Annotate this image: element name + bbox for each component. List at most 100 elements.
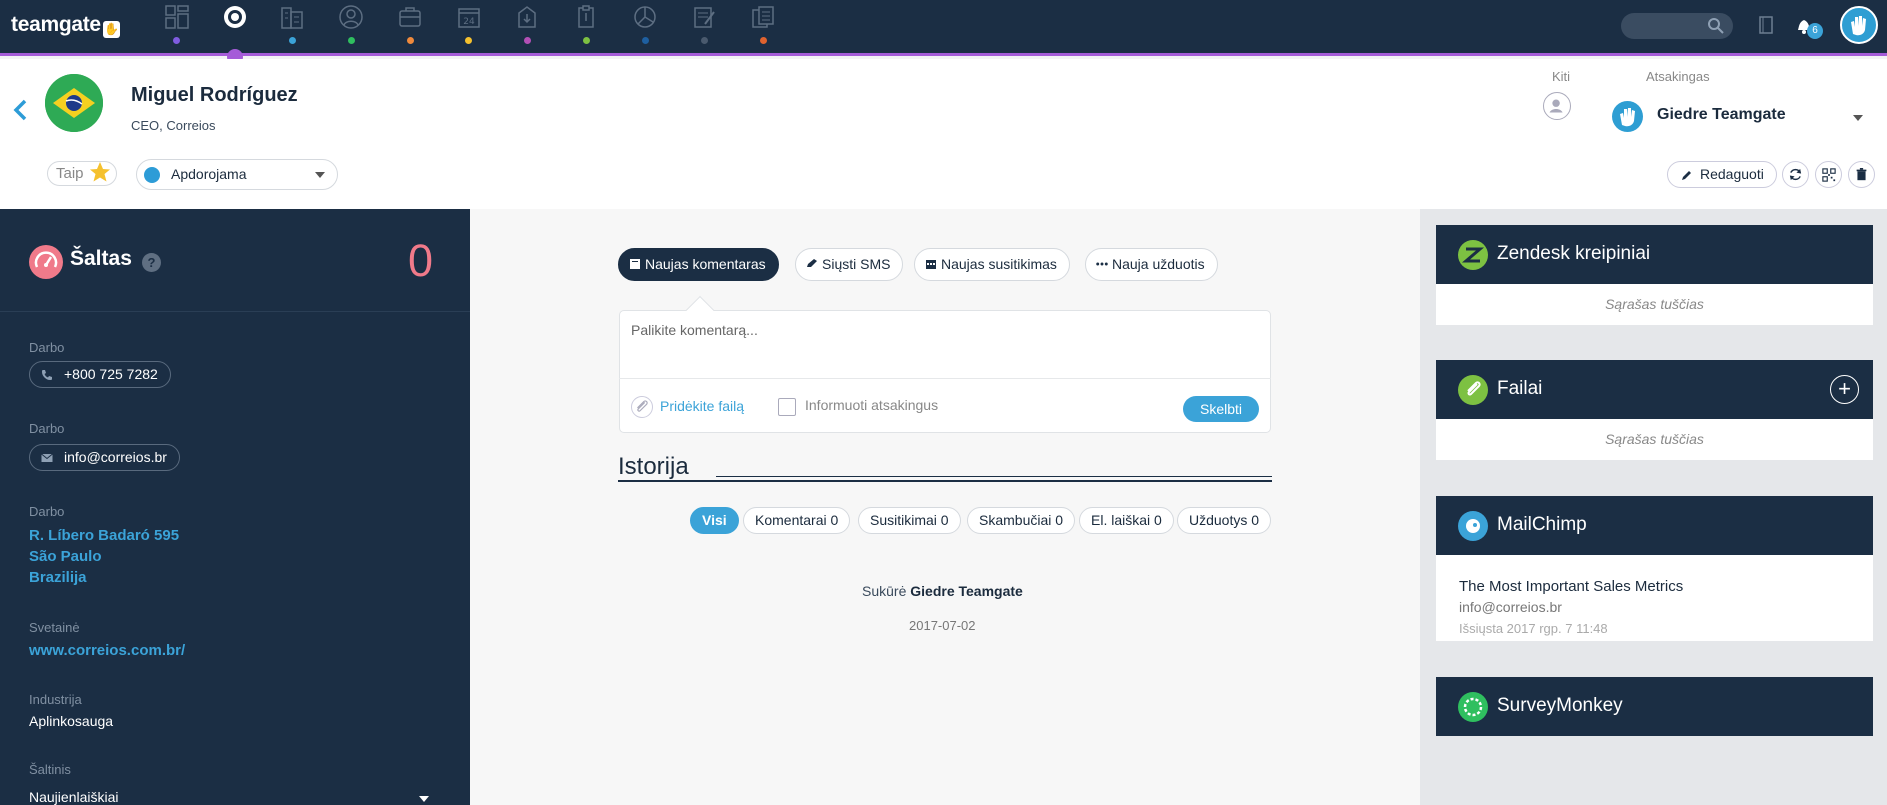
star-icon[interactable] <box>88 160 112 184</box>
filter-calls[interactable]: Skambučiai 0 <box>967 507 1076 534</box>
trash-icon <box>1856 168 1867 181</box>
mailchimp-sent-date: Išsiųsta 2017 rgp. 7 11:48 <box>1459 621 1608 636</box>
attach-file-link[interactable]: Pridėkite failą <box>660 398 744 414</box>
contact-name: Miguel Rodríguez <box>131 84 298 106</box>
qr-code-icon <box>1821 167 1836 182</box>
email-label: Darbo <box>29 421 65 436</box>
invoices-icon[interactable] <box>748 2 778 32</box>
clipboard-dot <box>583 37 590 44</box>
contact-header: Miguel Rodríguez CEO, Correios Taip Apdo… <box>0 59 1887 209</box>
filter-comments[interactable]: Komentarai 0 <box>743 507 851 534</box>
phone-pill[interactable]: +800 725 7282 <box>29 361 171 388</box>
source-value[interactable]: Naujienlaiškiai <box>29 789 119 805</box>
mailchimp-campaign[interactable]: The Most Important Sales Metrics <box>1459 578 1683 595</box>
files-card-header: Failai + <box>1436 360 1873 419</box>
book-icon[interactable] <box>1755 14 1777 36</box>
tab-label: Naujas komentaras <box>645 256 766 272</box>
address-line-1[interactable]: R. Líbero Badaró 595 <box>29 525 179 546</box>
tab-new-comment[interactable]: Naujas komentaras <box>618 248 779 281</box>
created-by-text: Sukūrė Giedre Teamgate <box>862 583 1023 599</box>
app-root: teamgate ✋ 24 6 Miguel Rodríguez CEO, Cor… <box>0 0 1887 805</box>
top-navigation-bar: teamgate ✋ 24 6 <box>0 0 1887 65</box>
industry-value: Aplinkosauga <box>29 713 114 729</box>
zendesk-icon <box>1458 240 1488 270</box>
deals-icon[interactable] <box>395 2 425 32</box>
download-dot <box>524 37 531 44</box>
delete-button[interactable] <box>1848 161 1875 188</box>
notes-icon[interactable] <box>689 2 719 32</box>
clipboard-icon[interactable] <box>571 2 601 32</box>
divider <box>0 311 470 312</box>
teamgate-logo[interactable]: teamgate ✋ <box>11 13 120 38</box>
filter-meetings[interactable]: Susitikimai 0 <box>858 507 961 534</box>
add-follower-icon[interactable] <box>1543 92 1571 120</box>
address-label: Darbo <box>29 504 65 519</box>
others-label: Kiti <box>1552 69 1571 84</box>
files-card-body: Sąrašas tuščias <box>1436 419 1873 460</box>
mailchimp-card-header: MailChimp <box>1436 496 1873 555</box>
phone-value: +800 725 7282 <box>64 366 158 382</box>
history-underline <box>618 480 1272 482</box>
zendesk-card-header: Zendesk kreipiniai <box>1436 225 1873 284</box>
download-icon[interactable] <box>512 2 542 32</box>
contact-details-sidebar: Šaltas ? 0 Darbo +800 725 7282 Darbo inf… <box>0 209 470 805</box>
address-line-2[interactable]: São Paulo <box>29 546 102 567</box>
post-button[interactable]: Skelbti <box>1183 396 1259 422</box>
website-link[interactable]: www.correios.com.br/ <box>29 640 185 661</box>
logo-text: teamgate <box>11 13 101 36</box>
status-value: Apdorojama <box>171 166 247 182</box>
industry-label: Industrija <box>29 692 82 707</box>
qr-code-button[interactable] <box>1815 161 1842 188</box>
notify-owners-label[interactable]: Informuoti atsakingus <box>805 397 938 413</box>
source-label: Šaltinis <box>29 762 71 777</box>
paperclip-icon[interactable] <box>631 396 653 418</box>
owner-chevron-down-icon[interactable] <box>1853 115 1863 121</box>
pencil-icon <box>1682 171 1691 180</box>
target-icon[interactable] <box>220 2 250 32</box>
notify-owners-checkbox[interactable] <box>778 398 796 416</box>
filter-emails[interactable]: El. laiškai 0 <box>1079 507 1174 534</box>
edit-button[interactable]: Redaguoti <box>1667 161 1777 188</box>
owner-name[interactable]: Giedre Teamgate <box>1657 106 1786 124</box>
logo-hand-icon: ✋ <box>102 21 120 38</box>
source-chevron-down-icon[interactable] <box>419 796 429 802</box>
reports-icon[interactable] <box>630 2 660 32</box>
help-icon[interactable]: ? <box>142 253 161 272</box>
status-dropdown[interactable]: Apdorojama <box>136 159 338 190</box>
more-dots-icon <box>1096 262 1108 266</box>
add-file-button[interactable]: + <box>1830 375 1859 404</box>
comment-input[interactable]: Palikite komentarą... <box>631 322 758 338</box>
filter-tasks[interactable]: Užduotys 0 <box>1177 507 1272 534</box>
tab-new-meeting[interactable]: Naujas susitikimas <box>914 248 1070 281</box>
files-title: Failai <box>1497 378 1543 399</box>
sms-icon <box>807 259 817 267</box>
email-pill[interactable]: info@correios.br <box>29 444 180 471</box>
user-avatar[interactable] <box>1840 6 1878 44</box>
search-icon[interactable] <box>1707 17 1725 35</box>
zendesk-title: Zendesk kreipiniai <box>1497 243 1651 264</box>
surveymonkey-card-header: SurveyMonkey <box>1436 677 1873 736</box>
reports-dot <box>642 37 649 44</box>
dashboard-dot <box>173 37 180 44</box>
calendar-icon[interactable]: 24 <box>454 2 484 32</box>
zendesk-empty: Sąrašas tuščias <box>1605 296 1704 312</box>
address-line-3[interactable]: Brazilija <box>29 567 87 588</box>
mailchimp-icon <box>1458 511 1488 541</box>
owner-avatar <box>1612 101 1643 132</box>
dashboard-icon[interactable] <box>162 2 192 32</box>
filter-all[interactable]: Visi <box>690 507 739 534</box>
tab-send-sms[interactable]: Siųsti SMS <box>795 248 904 281</box>
mailchimp-email: info@correios.br <box>1459 599 1562 615</box>
website-label: Svetainė <box>29 620 80 635</box>
tab-label: Naujas susitikimas <box>941 256 1057 272</box>
back-chevron-icon[interactable] <box>11 95 29 125</box>
history-title: Istorija <box>618 453 689 480</box>
people-icon[interactable] <box>336 2 366 32</box>
created-prefix: Sukūrė <box>862 583 907 599</box>
history-underline <box>716 476 1272 477</box>
companies-icon[interactable] <box>277 2 307 32</box>
tab-label: Siųsti SMS <box>822 256 891 272</box>
sync-button[interactable] <box>1782 161 1809 188</box>
tab-new-task[interactable]: Nauja užduotis <box>1085 248 1218 281</box>
svg-text:24: 24 <box>463 17 475 27</box>
